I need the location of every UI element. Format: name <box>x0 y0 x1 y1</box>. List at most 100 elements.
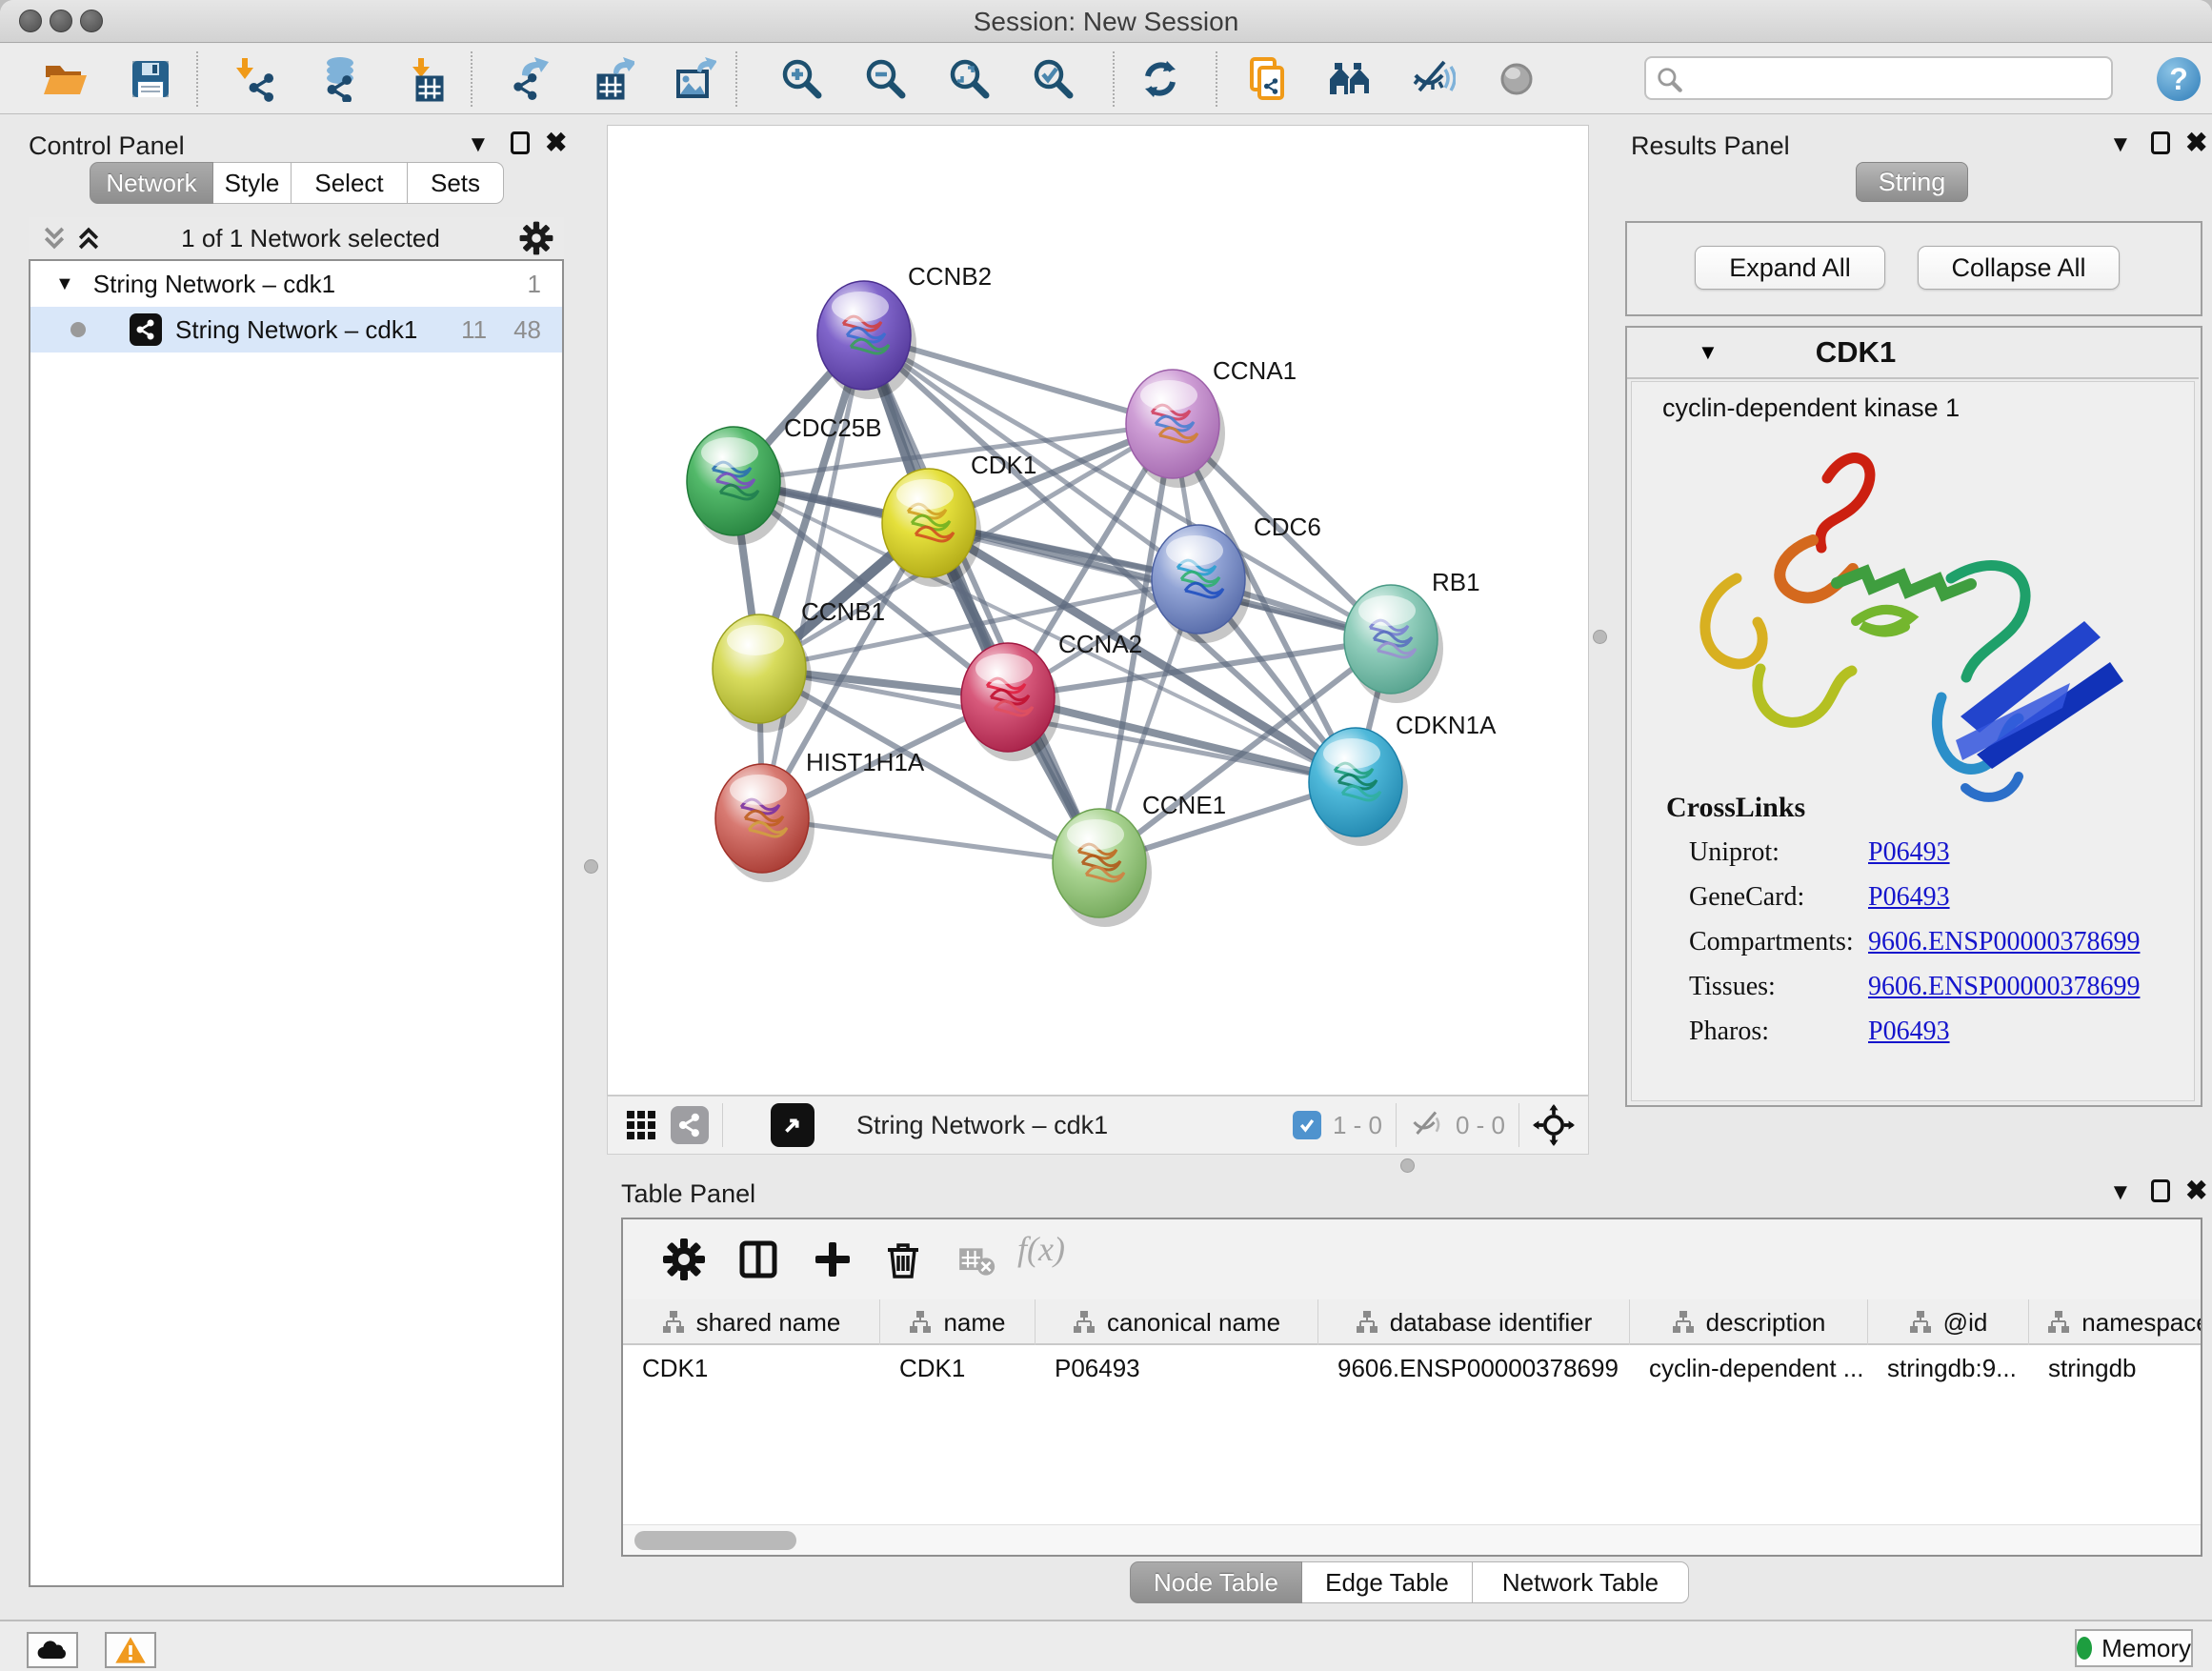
table-cell[interactable]: cyclin-dependent ... <box>1630 1354 1868 1383</box>
control-panel-close-icon[interactable]: ✖ <box>545 131 567 154</box>
import-database-icon[interactable] <box>314 56 360 102</box>
network-node-CCNB2[interactable]: CCNB2 <box>817 262 992 399</box>
table-panel-menu-icon[interactable]: ▼ <box>2109 1181 2132 1204</box>
expand-all-tree-icon[interactable] <box>40 224 69 252</box>
table-horizontal-scrollbar[interactable] <box>623 1524 2201 1555</box>
table-cell[interactable]: P06493 <box>1036 1354 1318 1383</box>
network-share-icon[interactable] <box>671 1106 709 1144</box>
crosslink-link[interactable]: P06493 <box>1868 1017 1950 1047</box>
network-node-CCNA1[interactable]: CCNA1 <box>1126 356 1297 488</box>
column-header-canonicalname[interactable]: canonical name <box>1036 1299 1318 1345</box>
column-header-id[interactable]: @id <box>1868 1299 2029 1345</box>
table-cell[interactable]: CDK1 <box>880 1354 1036 1383</box>
tab-style[interactable]: Style <box>213 162 292 204</box>
collapse-all-button[interactable]: Collapse All <box>1918 246 2120 290</box>
title-bar[interactable]: Session: New Session <box>0 0 2212 43</box>
gene-collapse-icon[interactable]: ▼ <box>1698 340 1719 365</box>
birds-eye-view-icon[interactable] <box>771 1103 814 1147</box>
save-session-icon[interactable] <box>128 56 173 102</box>
table-row[interactable]: CDK1CDK1P064939606.ENSP00000378699cyclin… <box>623 1347 2201 1389</box>
network-node-HIST1H1A[interactable]: HIST1H1A <box>715 748 925 882</box>
table-options-gear-icon[interactable] <box>661 1237 707 1282</box>
column-header-namespace[interactable]: namespace <box>2029 1299 2202 1345</box>
delete-table-icon[interactable] <box>955 1240 996 1282</box>
expand-all-button[interactable]: Expand All <box>1695 246 1885 290</box>
export-table-icon[interactable] <box>589 56 634 102</box>
delete-column-trash-icon[interactable] <box>880 1237 926 1282</box>
warning-button[interactable] <box>105 1632 156 1668</box>
results-panel-float-icon[interactable] <box>2151 131 2170 154</box>
column-header-sharedname[interactable]: shared name <box>623 1299 880 1345</box>
network-row[interactable]: String Network – cdk1 11 48 <box>30 307 562 352</box>
search-box[interactable] <box>1644 56 2113 100</box>
collapse-all-tree-icon[interactable] <box>74 224 103 252</box>
control-panel-float-icon[interactable] <box>511 131 530 154</box>
hide-eye-icon[interactable] <box>1410 56 1456 102</box>
show-columns-icon[interactable] <box>735 1237 781 1282</box>
results-panel-title: Results Panel <box>1631 131 1790 161</box>
help-icon[interactable]: ? <box>2157 57 2201 101</box>
refresh-icon[interactable] <box>1137 56 1183 102</box>
selected-checkbox-icon[interactable] <box>1293 1111 1321 1139</box>
crosslink-link[interactable]: 9606.ENSP00000378699 <box>1868 927 2140 957</box>
zoom-in-icon[interactable] <box>779 56 825 102</box>
collection-collapse-icon[interactable]: ▼ <box>55 273 74 295</box>
zoom-fit-icon[interactable] <box>947 56 993 102</box>
control-panel-menu-icon[interactable]: ▼ <box>467 133 490 156</box>
column-header-databaseidentifier[interactable]: database identifier <box>1318 1299 1630 1345</box>
table-panel-float-icon[interactable] <box>2151 1179 2170 1202</box>
table-cell[interactable]: 9606.ENSP00000378699 <box>1318 1354 1630 1383</box>
tab-network-table[interactable]: Network Table <box>1473 1561 1689 1603</box>
home-icon[interactable] <box>1328 56 1374 102</box>
column-header-description[interactable]: description <box>1630 1299 1868 1345</box>
network-node-RB1[interactable]: RB1 <box>1344 568 1480 703</box>
network-collection-row[interactable]: ▼ String Network – cdk1 1 <box>30 261 562 307</box>
table-cell[interactable]: CDK1 <box>623 1354 880 1383</box>
show-eye-icon[interactable] <box>1494 56 1539 102</box>
export-network-icon[interactable] <box>507 56 553 102</box>
horizontal-splitter-handle[interactable] <box>1400 1158 1415 1173</box>
column-header-name[interactable]: name <box>880 1299 1036 1345</box>
add-column-icon[interactable] <box>810 1237 855 1282</box>
results-tab-string[interactable]: String <box>1856 162 1968 202</box>
network-options-gear-icon[interactable] <box>518 220 554 256</box>
crosslink-link[interactable]: P06493 <box>1868 837 1950 868</box>
crosslink-link[interactable]: P06493 <box>1868 882 1950 913</box>
network-node-CDC25B[interactable]: CDC25B <box>687 413 882 545</box>
zoom-selected-icon[interactable] <box>1031 56 1076 102</box>
scrollbar-thumb[interactable] <box>634 1531 796 1550</box>
network-node-CDC6[interactable]: CDC6 <box>1152 513 1321 643</box>
results-panel-close-icon[interactable]: ✖ <box>2185 131 2207 154</box>
left-splitter-handle[interactable] <box>584 859 598 874</box>
tab-edge-table[interactable]: Edge Table <box>1302 1561 1473 1603</box>
crosslink-link[interactable]: 9606.ENSP00000378699 <box>1868 972 2140 1002</box>
zoom-out-icon[interactable] <box>863 56 909 102</box>
network-canvas[interactable]: CCNB2CCNA1CDC25BCDK1CDC6RB1CCNB1CCNA2CDK… <box>607 125 1589 1096</box>
pan-crosshair-icon[interactable] <box>1533 1104 1575 1146</box>
open-session-icon[interactable] <box>42 56 88 102</box>
copy-network-icon[interactable] <box>1244 56 1290 102</box>
network-node-CDKN1A[interactable]: CDKN1A <box>1309 711 1497 846</box>
tab-select[interactable]: Select <box>292 162 408 204</box>
export-image-icon[interactable] <box>671 56 716 102</box>
network-edge-CCNB2-HIST1H1A[interactable] <box>762 335 864 818</box>
table-panel-close-icon[interactable]: ✖ <box>2185 1179 2207 1202</box>
table-cell[interactable]: stringdb:9... <box>1868 1354 2029 1383</box>
gene-section-header[interactable]: ▼ CDK1 <box>1627 328 2199 379</box>
results-panel-menu-icon[interactable]: ▼ <box>2109 133 2132 156</box>
memory-button[interactable]: Memory <box>2075 1629 2193 1667</box>
cloud-button[interactable] <box>27 1632 78 1668</box>
right-splitter-handle[interactable] <box>1593 630 1607 644</box>
function-builder-icon[interactable]: f(x) <box>1017 1229 1103 1275</box>
table-cell[interactable]: stringdb <box>2029 1354 2202 1383</box>
grid-view-icon[interactable] <box>625 1109 657 1141</box>
tab-sets[interactable]: Sets <box>408 162 504 204</box>
tab-node-table[interactable]: Node Table <box>1130 1561 1302 1603</box>
import-network-icon[interactable] <box>234 56 280 102</box>
network-node-CCNB1[interactable]: CCNB1 <box>713 597 885 733</box>
tab-network[interactable]: Network <box>90 162 213 204</box>
network-node-CCNA2[interactable]: CCNA2 <box>961 630 1142 761</box>
import-table-icon[interactable] <box>404 56 450 102</box>
column-type-icon <box>662 1311 685 1334</box>
search-input[interactable] <box>1696 62 2096 94</box>
